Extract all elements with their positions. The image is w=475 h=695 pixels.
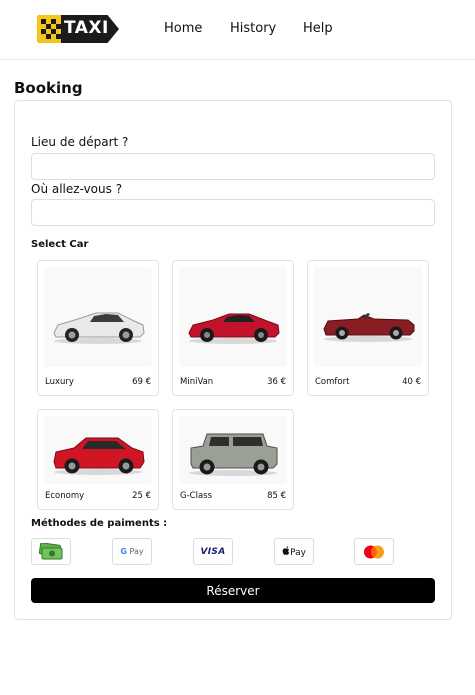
payment-apple-pay[interactable]: Pay [274,538,314,565]
car-name: Comfort [315,377,350,387]
payment-google-pay[interactable]: G Pay [112,538,152,565]
destination-label: Où allez-vous ? [31,182,123,196]
offroad-car-icon [179,416,287,484]
cash-icon [38,542,63,559]
car-option-comfort[interactable]: Comfort 40 € [307,260,429,396]
car-name: Economy [45,491,85,501]
departure-label: Lieu de départ ? [31,135,129,149]
car-price: 69 € [132,377,151,387]
page-title: Booking [14,79,83,97]
car-option-minivan[interactable]: MiniVan 36 € [172,260,294,396]
select-car-label: Select Car [31,239,89,250]
car-option-g-class[interactable]: G-Class 85 € [172,409,294,510]
payment-mastercard[interactable] [354,538,394,565]
car-name: MiniVan [180,377,214,387]
car-price: 25 € [132,491,151,501]
car-name: Luxury [45,377,74,387]
destination-input[interactable] [31,199,435,226]
car-option-economy[interactable]: Economy 25 € [37,409,159,510]
taxi-logo[interactable]: TAXI [37,15,119,43]
payment-cash[interactable] [31,538,71,565]
nav-home-link[interactable]: Home [164,21,202,36]
nav-history-link[interactable]: History [230,21,276,36]
top-navbar: TAXI Home History Help [0,0,475,60]
sports-car-icon [179,267,287,367]
nav-help-link[interactable]: Help [303,21,333,36]
checker-icon [37,15,61,43]
reserve-button[interactable]: Réserver [31,578,435,603]
departure-input[interactable] [31,153,435,180]
car-price: 36 € [267,377,286,387]
payment-visa[interactable]: VISA [193,538,233,565]
suv-car-icon [44,416,152,484]
sports-car-icon [44,267,152,367]
car-price: 85 € [267,491,286,501]
mastercard-icon [364,545,384,558]
logo-text: TAXI [64,18,109,38]
visa-icon: VISA [200,546,226,557]
convertible-car-icon [314,267,422,367]
car-price: 40 € [402,377,421,387]
apple-pay-icon: Pay [282,545,306,558]
payment-methods-label: Méthodes de paiments : [31,518,168,529]
car-name: G-Class [180,491,213,501]
car-option-luxury[interactable]: Luxury 69 € [37,260,159,396]
google-pay-icon: G Pay [120,547,144,556]
